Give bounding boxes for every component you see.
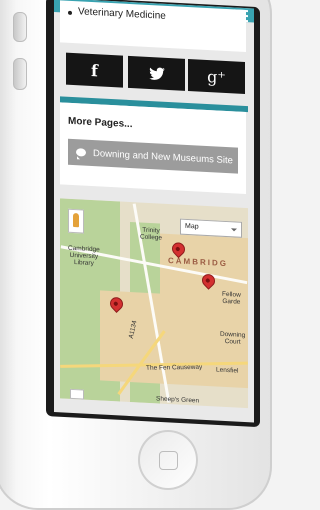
map-label: Sheep's Green: [156, 395, 200, 405]
home-square-icon: [159, 451, 178, 470]
map-label: Trinity College: [140, 226, 163, 242]
map-label: Fellow Garde: [222, 290, 241, 306]
google-plus-button[interactable]: g⁺: [188, 59, 245, 95]
volume-up-button[interactable]: [13, 12, 27, 42]
facebook-icon: f: [91, 60, 98, 80]
site-link-label: Downing and New Museums Site: [93, 147, 233, 166]
speech-bubble-icon: [76, 148, 86, 157]
map-label: The Fen Causeway: [145, 363, 203, 372]
list-item[interactable]: Veterinary Medicine: [78, 6, 166, 22]
phone-screen: Veterinary Medicine f g⁺ More Pages... D…: [54, 0, 254, 423]
twitter-icon: [148, 67, 165, 80]
more-pages-heading: More Pages...: [68, 115, 133, 131]
embedded-map[interactable]: Map Cambridge University Library Trinity…: [60, 198, 248, 409]
street-view-pegman-icon[interactable]: [68, 208, 84, 234]
twitter-button[interactable]: [128, 55, 185, 91]
map-type-select[interactable]: Map: [180, 218, 242, 238]
facebook-button[interactable]: f: [66, 52, 123, 88]
site-link-button[interactable]: Downing and New Museums Site: [68, 138, 238, 174]
map-label: Downing Court: [220, 330, 246, 346]
more-pages-card: More Pages... Downing and New Museums Si…: [60, 102, 246, 195]
department-list-card: Veterinary Medicine: [60, 0, 246, 53]
google-plus-icon: g⁺: [207, 66, 226, 87]
bullet-icon: [68, 10, 72, 15]
map-zoom-control[interactable]: [70, 388, 84, 400]
map-type-value: Map: [185, 222, 199, 231]
home-button[interactable]: [138, 430, 198, 490]
map-label: Cambridge University Library: [68, 244, 100, 268]
chevron-down-icon: [231, 228, 237, 232]
volume-down-button[interactable]: [13, 58, 27, 90]
map-label: Lensfiel: [216, 366, 239, 375]
